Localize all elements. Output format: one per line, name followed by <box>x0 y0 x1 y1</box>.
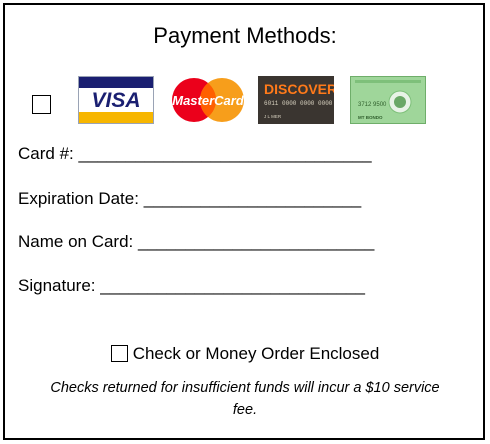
signature-label: Signature: <box>18 276 96 295</box>
expiration-date-field[interactable]: Expiration Date: _______________________ <box>18 189 361 209</box>
svg-text:6011 0000 0000 0000: 6011 0000 0000 0000 <box>264 100 333 107</box>
svg-text:J L MER: J L MER <box>264 114 282 119</box>
card-number-label: Card #: <box>18 144 74 163</box>
card-number-line: _______________________________ <box>78 144 372 163</box>
returned-checks-note: Checks returned for insufficient funds w… <box>50 380 440 418</box>
discover-card-icon: DISCOVER 6011 0000 0000 0000 J L MER <box>258 76 337 124</box>
amex-card-icon: 3712 9500 MT BONDO <box>350 76 426 124</box>
card-number-field[interactable]: Card #: _______________________________ <box>18 144 372 164</box>
mastercard-card-icon: MasterCard <box>168 76 245 124</box>
signature-line: ____________________________ <box>100 276 365 295</box>
name-on-card-field[interactable]: Name on Card: _________________________ <box>18 232 374 252</box>
discover-text: DISCOVER <box>264 81 334 97</box>
check-money-order-label: Check or Money Order Enclosed <box>132 344 380 363</box>
mastercard-text: MasterCard <box>172 93 245 108</box>
visa-text: VISA <box>91 89 140 112</box>
svg-text:3712 9500: 3712 9500 <box>358 102 387 108</box>
check-money-order-option[interactable]: Check or Money Order Enclosed <box>0 344 490 364</box>
expiration-date-label: Expiration Date: <box>18 189 139 208</box>
credit-card-checkbox[interactable] <box>32 95 51 114</box>
payment-methods-panel <box>3 3 485 440</box>
name-on-card-line: _________________________ <box>138 232 375 251</box>
expiration-date-line: _______________________ <box>143 189 362 208</box>
visa-card-icon: VISA <box>78 76 154 124</box>
signature-field[interactable]: Signature: ____________________________ <box>18 276 365 296</box>
name-on-card-label: Name on Card: <box>18 232 134 251</box>
page-title: Payment Methods: <box>153 23 337 48</box>
check-money-order-checkbox[interactable] <box>110 345 128 362</box>
svg-text:MT BONDO: MT BONDO <box>358 115 383 120</box>
